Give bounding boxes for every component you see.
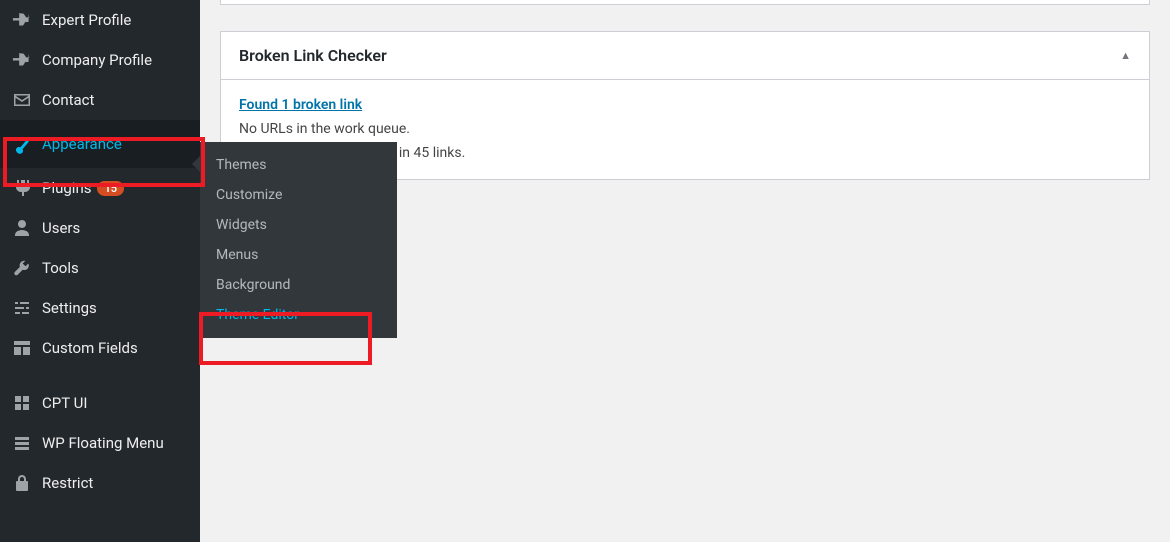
sidebar-item-cpt-ui[interactable]: CPT UI	[0, 383, 200, 423]
queue-status-text: No URLs in the work queue.	[239, 121, 410, 137]
sidebar-item-expert-profile[interactable]: Expert Profile	[0, 0, 200, 40]
plug-icon	[12, 178, 32, 198]
collapse-icon[interactable]: ▲	[1120, 49, 1131, 62]
lock-icon	[12, 473, 32, 493]
sidebar-item-tools[interactable]: Tools	[0, 248, 200, 288]
user-icon	[12, 218, 32, 238]
sidebar-item-label: Expert Profile	[42, 11, 131, 29]
paintbrush-icon	[12, 134, 32, 154]
sidebar-item-label: Restrict	[42, 474, 93, 492]
layout-icon	[12, 338, 32, 358]
sidebar-item-custom-fields[interactable]: Custom Fields	[0, 328, 200, 368]
sidebar-item-company-profile[interactable]: Company Profile	[0, 40, 200, 80]
sidebar-item-wp-floating-menu[interactable]: WP Floating Menu	[0, 423, 200, 463]
submenu-item-customize[interactable]: Customize	[200, 180, 397, 210]
submenu-item-background[interactable]: Background	[200, 270, 397, 300]
admin-sidebar: Expert Profile Company Profile Contact A…	[0, 0, 200, 542]
menu-icon	[12, 433, 32, 453]
sidebar-item-label: Users	[42, 219, 80, 237]
sidebar-item-label: WP Floating Menu	[42, 434, 164, 452]
sidebar-item-label: Tools	[42, 259, 79, 277]
submenu-item-theme-editor[interactable]: Theme Editor	[200, 300, 397, 330]
sidebar-item-restrict[interactable]: Restrict	[0, 463, 200, 503]
thumbtack-icon	[12, 10, 32, 30]
sidebar-item-label: Plugins	[42, 179, 91, 197]
sidebar-item-label: Company Profile	[42, 51, 152, 69]
appearance-submenu: Themes Customize Widgets Menus Backgroun…	[200, 142, 397, 338]
sidebar-item-users[interactable]: Users	[0, 208, 200, 248]
sliders-icon	[12, 298, 32, 318]
submenu-item-themes[interactable]: Themes	[200, 150, 397, 180]
sidebar-item-label: Appearance	[42, 135, 122, 153]
sidebar-item-plugins[interactable]: Plugins 15	[0, 168, 200, 208]
previous-postbox-bottom	[220, 0, 1150, 5]
submenu-item-menus[interactable]: Menus	[200, 240, 397, 270]
postbox-header[interactable]: Broken Link Checker ▲	[221, 32, 1149, 80]
submenu-item-widgets[interactable]: Widgets	[200, 210, 397, 240]
sidebar-item-appearance[interactable]: Appearance	[0, 120, 200, 168]
grid-icon	[12, 393, 32, 413]
sidebar-item-settings[interactable]: Settings	[0, 288, 200, 328]
sidebar-item-label: CPT UI	[42, 394, 87, 412]
envelope-icon	[12, 90, 32, 110]
sidebar-item-label: Settings	[42, 299, 97, 317]
postbox-title: Broken Link Checker	[239, 46, 387, 65]
found-broken-link[interactable]: Found 1 broken link	[239, 97, 362, 113]
plugins-update-badge: 15	[97, 181, 124, 196]
sidebar-item-label: Contact	[42, 91, 94, 109]
wrench-icon	[12, 258, 32, 278]
thumbtack-icon	[12, 50, 32, 70]
sidebar-item-contact[interactable]: Contact	[0, 80, 200, 120]
sidebar-item-label: Custom Fields	[42, 339, 138, 357]
